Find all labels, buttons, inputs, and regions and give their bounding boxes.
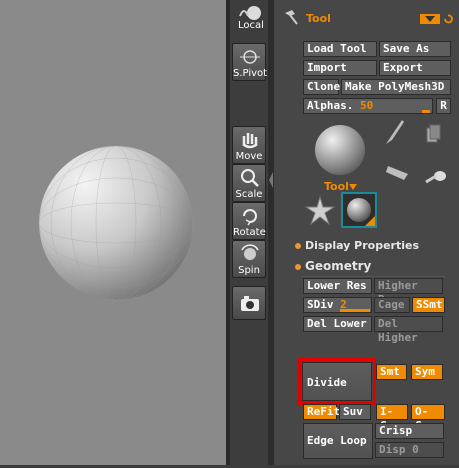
- rotate-label: Rotate: [233, 227, 266, 238]
- clone-button[interactable]: Clone: [303, 79, 340, 95]
- local-label: Local: [238, 20, 264, 31]
- move-label: Move: [235, 151, 263, 162]
- scale-label: Scale: [235, 189, 263, 200]
- smt-button[interactable]: Smt: [376, 364, 407, 380]
- sphere-tool-thumbnail[interactable]: [312, 120, 372, 180]
- disp-value: 0: [412, 443, 419, 456]
- divide-button[interactable]: Divide: [302, 362, 372, 401]
- snapshot-button[interactable]: [232, 286, 266, 320]
- suv-button[interactable]: Suv: [339, 404, 371, 420]
- display-properties-header[interactable]: Display Properties: [305, 239, 419, 252]
- higher-res-button[interactable]: Higher Res: [374, 278, 443, 306]
- cage-button[interactable]: Cage: [374, 297, 410, 313]
- spivot-icon: [240, 50, 260, 64]
- make-polymesh-button[interactable]: Make PolyMesh3D: [341, 79, 451, 95]
- geometry-dot: [295, 264, 301, 270]
- star-tool-icon[interactable]: [304, 195, 336, 227]
- hammer-icon: [285, 10, 298, 25]
- local-button[interactable]: Local: [234, 2, 264, 32]
- del-lower-button[interactable]: Del Lower: [303, 316, 372, 332]
- palette-menu-button[interactable]: [420, 14, 440, 24]
- alphas-slider-fill: [422, 110, 430, 113]
- alphas-slider[interactable]: Alphas. 50: [303, 98, 433, 114]
- palette-title: Tool: [306, 12, 331, 25]
- rotate-icon: [243, 209, 257, 226]
- display-properties-dot: [295, 243, 301, 249]
- active-tool-thumbnail[interactable]: [341, 192, 377, 228]
- spivot-label: S.Pivot: [233, 68, 268, 79]
- del-higher-button[interactable]: Del Higher: [374, 316, 443, 344]
- r-button[interactable]: R: [436, 98, 451, 114]
- spivot-button[interactable]: S.Pivot: [232, 43, 268, 81]
- reset-icon[interactable]: [442, 13, 454, 25]
- move-button[interactable]: Move: [232, 126, 266, 164]
- alphas-value: 50: [359, 99, 374, 112]
- tool-palette: Tool Load Tool Save As Import Export Clo…: [274, 0, 459, 465]
- sdiv-slider-fill: [340, 309, 370, 312]
- section-divider: [301, 276, 446, 277]
- dropdown-arrow-icon: [425, 16, 435, 22]
- sphere-thumbnail-icon: [347, 198, 375, 226]
- tool-dropdown-arrow-icon[interactable]: [348, 183, 358, 191]
- magnifier-icon: [241, 169, 259, 187]
- brush-tool-icon[interactable]: [382, 118, 406, 148]
- lower-res-button[interactable]: Lower Res: [303, 278, 372, 294]
- load-tool-button[interactable]: Load Tool: [303, 41, 377, 57]
- ssmt-button[interactable]: SSmt: [412, 297, 445, 313]
- sdiv-label: SDiv: [307, 298, 334, 311]
- disp-label: Disp: [379, 443, 406, 456]
- sym-button[interactable]: Sym: [411, 364, 443, 380]
- spin-button[interactable]: Spin: [232, 240, 266, 278]
- scale-button[interactable]: Scale: [232, 164, 266, 202]
- ogrp-button[interactable]: O-Grp: [411, 404, 445, 432]
- rotate-button[interactable]: Rotate: [232, 202, 266, 240]
- document-canvas[interactable]: [0, 0, 226, 465]
- edge-loop-button[interactable]: Edge Loop: [303, 423, 373, 459]
- multi-tool-icon[interactable]: [426, 124, 442, 146]
- disp-slider[interactable]: Disp 0: [375, 442, 444, 458]
- light-tool-icon[interactable]: [424, 166, 448, 186]
- save-as-button[interactable]: Save As: [379, 41, 451, 57]
- cylinder-tool-icon[interactable]: [384, 162, 414, 182]
- sphere-mesh: [38, 145, 194, 301]
- hand-icon: [242, 133, 258, 149]
- import-button[interactable]: Import: [303, 60, 377, 76]
- igrp-button[interactable]: I-Grp: [376, 404, 408, 432]
- geometry-header[interactable]: Geometry: [305, 259, 371, 273]
- spin-label: Spin: [238, 265, 260, 276]
- alphas-label: Alphas.: [307, 99, 354, 112]
- camera-icon: [241, 296, 259, 311]
- refit-button[interactable]: ReFit: [303, 404, 340, 420]
- export-button[interactable]: Export: [379, 60, 451, 76]
- right-shelf: Local S.Pivot Move Scale Rotate Spin: [230, 0, 268, 465]
- crisp-button[interactable]: Crisp: [375, 423, 444, 439]
- spin-icon: [241, 244, 259, 260]
